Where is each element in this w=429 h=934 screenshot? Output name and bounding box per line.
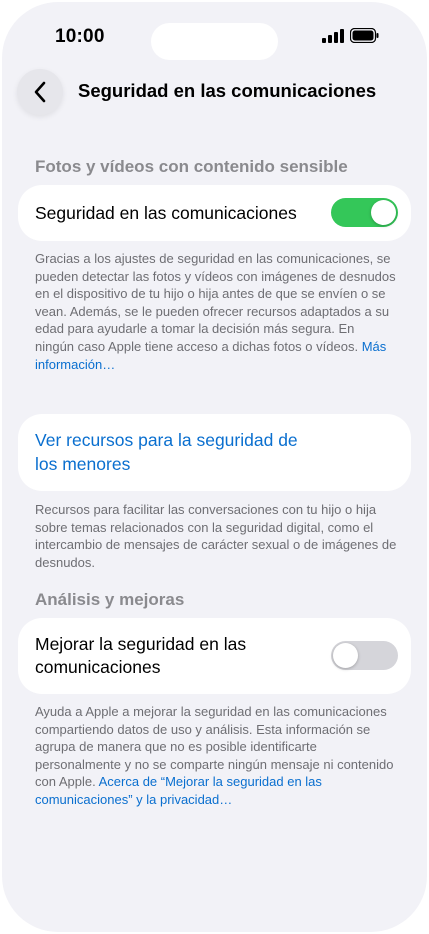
communication-safety-toggle[interactable] (331, 198, 398, 227)
navigation-bar: Seguridad en las comunicaciones (2, 66, 427, 122)
status-bar: 10:00 (2, 2, 427, 66)
section-header-photos: Fotos y vídeos con contenido sensible (35, 157, 348, 176)
battery-icon (350, 28, 379, 43)
status-time: 10:00 (55, 26, 105, 47)
link-line-1: Ver recursos para la seguridad de (35, 430, 298, 450)
label-line-1: Mejorar la seguridad en las (35, 634, 247, 654)
resources-footnote: Recursos para facilitar las conversacion… (35, 501, 397, 571)
footnote-text: Gracias a los ajustes de seguridad en la… (35, 251, 396, 354)
improve-safety-row: Mejorar la seguridad en las comunicacion… (18, 618, 411, 694)
link-line-2: los menores (35, 454, 131, 474)
analytics-footnote: Ayuda a Apple a mejorar la seguridad en … (35, 703, 397, 809)
child-safety-resources-link[interactable]: Ver recursos para la seguridad de los me… (35, 428, 335, 476)
cellular-signal-icon (322, 29, 344, 43)
dynamic-island (151, 23, 278, 60)
communication-safety-row: Seguridad en las comunicaciones (18, 185, 411, 241)
label-line-2: comunicaciones (35, 657, 161, 677)
improve-safety-toggle[interactable] (331, 641, 398, 670)
footnote-text: Recursos para facilitar las conversacion… (35, 502, 397, 570)
communication-safety-label: Seguridad en las comunicaciones (35, 203, 297, 223)
page-title: Seguridad en las comunicaciones (78, 80, 377, 101)
back-button[interactable] (17, 69, 63, 115)
chevron-left-icon (34, 81, 46, 103)
phone-screen: 10:00 Seguridad en las comunicaciones Fo… (2, 2, 427, 932)
toggle-knob (371, 200, 396, 225)
communication-safety-footnote: Gracias a los ajustes de seguridad en la… (35, 250, 397, 373)
toggle-knob (333, 643, 358, 668)
child-safety-resources-card[interactable]: Ver recursos para la seguridad de los me… (18, 414, 411, 491)
improve-safety-label: Mejorar la seguridad en las comunicacion… (35, 633, 246, 679)
section-header-analytics: Análisis y mejoras (35, 590, 185, 609)
